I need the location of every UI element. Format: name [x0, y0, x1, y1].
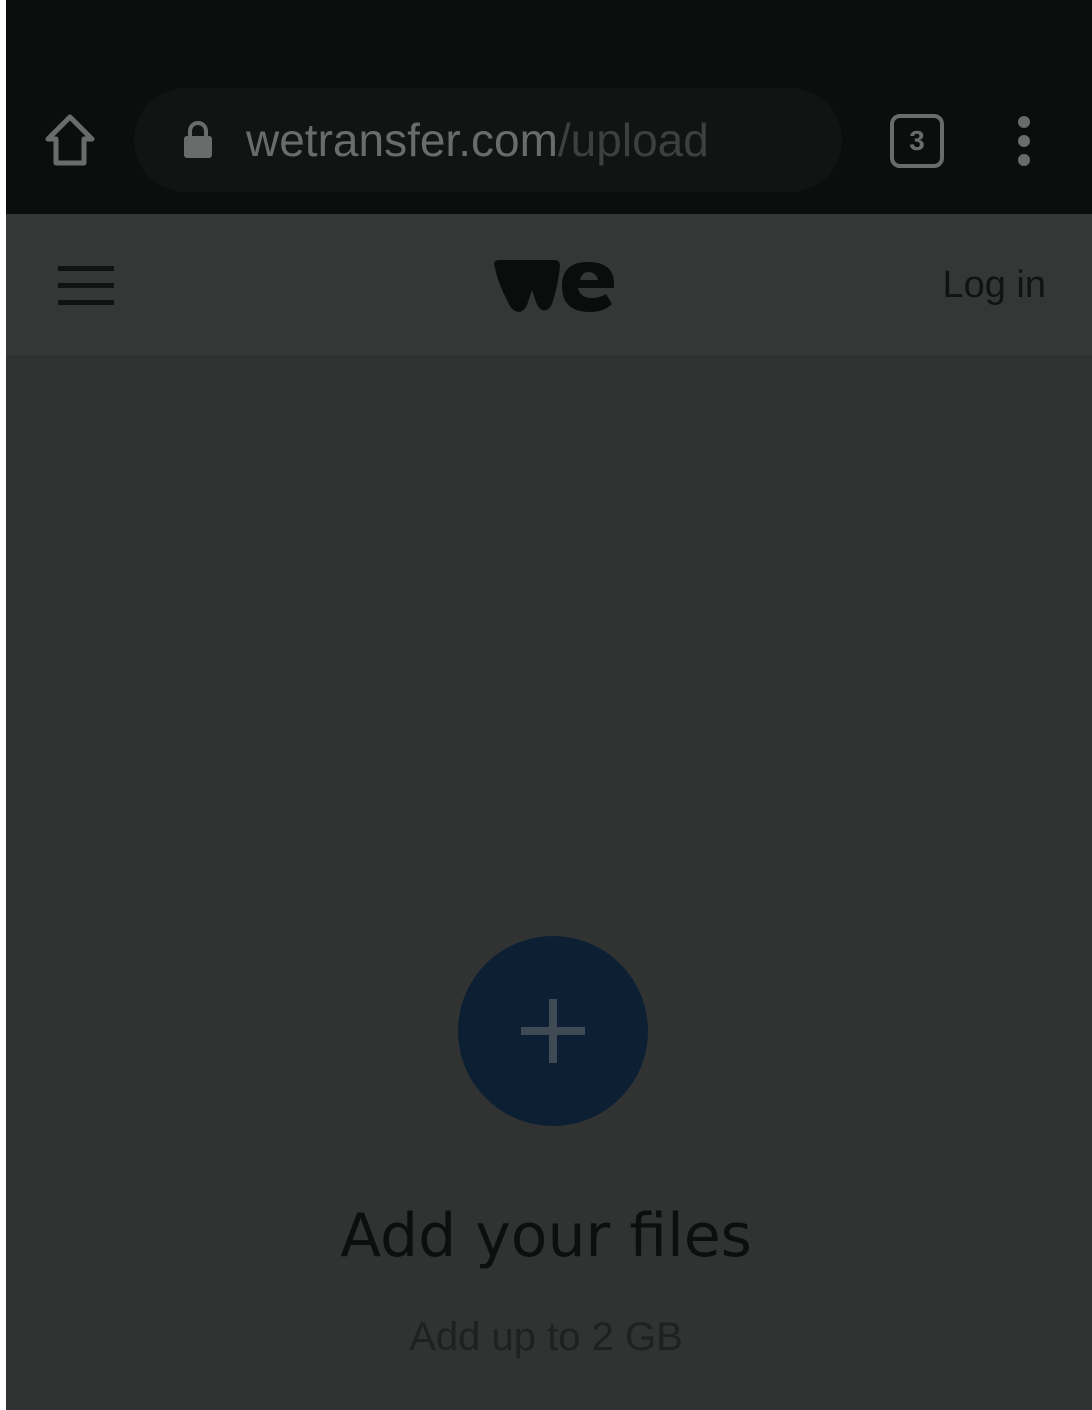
url-domain: wetransfer.com — [246, 114, 558, 166]
wetransfer-logo[interactable] — [492, 256, 616, 316]
screen: wetransfer.com/upload 3 Log in Add your … — [0, 0, 1092, 1410]
upload-subtitle: Add up to 2 GB — [409, 1315, 683, 1359]
page: Log in Add your files Add up to 2 GB — [0, 214, 1092, 1410]
left-edge — [0, 0, 6, 1410]
home-button[interactable] — [40, 108, 100, 172]
home-icon — [45, 114, 95, 166]
url-path: /upload — [557, 114, 709, 166]
plus-icon — [521, 999, 585, 1063]
address-bar[interactable]: wetransfer.com/upload — [134, 88, 842, 192]
upload-title: Add your files — [340, 1201, 752, 1271]
more-vertical-icon[interactable] — [1002, 114, 1046, 170]
hamburger-menu-icon[interactable] — [56, 260, 116, 310]
browser-toolbar: wetransfer.com/upload 3 — [0, 0, 1092, 214]
tab-count: 3 — [909, 125, 925, 156]
url-text: wetransfer.com/upload — [246, 112, 709, 168]
tabs-count-button[interactable]: 3 — [890, 114, 944, 168]
lock-icon — [184, 121, 212, 158]
add-files-button[interactable] — [458, 936, 648, 1126]
login-link[interactable]: Log in — [942, 260, 1046, 310]
site-header: Log in — [0, 214, 1092, 358]
